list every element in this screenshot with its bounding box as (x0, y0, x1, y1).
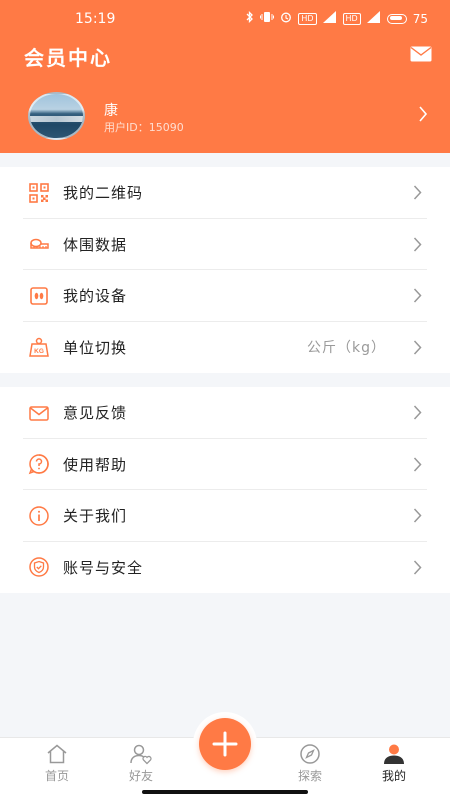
home-indicator (142, 790, 308, 794)
user-id: 用户ID：15090 (104, 121, 184, 134)
friends-icon (130, 744, 152, 765)
status-time: 15:19 (75, 11, 116, 27)
battery-icon (386, 13, 407, 24)
battery-level: 75 (412, 11, 428, 26)
tab-label: 首页 (44, 769, 69, 783)
chevron-right-icon (413, 508, 422, 523)
menu-item-account-security[interactable]: 账号与安全 (0, 542, 450, 594)
help-icon (28, 454, 49, 475)
menu-item-help[interactable]: 使用帮助 (0, 439, 450, 490)
alarm-icon (280, 11, 292, 26)
weight-kg-icon: KG (29, 338, 49, 357)
status-bar: 15:19 HD HD 75 (0, 0, 450, 38)
menu-item-label: 意见反馈 (63, 404, 128, 423)
signal-icon (322, 11, 337, 26)
menu-item-label: 关于我们 (63, 507, 128, 526)
menu-item-about[interactable]: 关于我们 (0, 490, 450, 542)
avatar[interactable] (28, 92, 85, 140)
chevron-right-icon (413, 288, 422, 303)
tab-label: 我的 (381, 769, 406, 783)
add-button[interactable] (199, 718, 251, 770)
profile-icon (384, 744, 404, 764)
menu-item-label: 账号与安全 (63, 558, 144, 577)
tab-friends[interactable]: 好友 (111, 743, 171, 787)
home-icon (47, 744, 67, 764)
chevron-right-icon (413, 405, 422, 420)
menu-item-feedback[interactable]: 意见反馈 (0, 387, 450, 439)
chevron-right-icon (413, 185, 422, 200)
svg-text:KG: KG (34, 348, 44, 355)
signal-icon-2 (366, 11, 381, 26)
menu-item-label: 单位切换 (63, 338, 128, 357)
bluetooth-icon (246, 10, 254, 26)
tab-explore[interactable]: 探索 (280, 743, 340, 787)
settings-section-1: 我的二维码 体围数据 我的设备 KG 单位切换 公斤（kg） (0, 167, 450, 373)
menu-item-my-devices[interactable]: 我的设备 (0, 270, 450, 322)
scale-device-icon (30, 286, 48, 305)
menu-item-label: 使用帮助 (63, 455, 128, 474)
settings-section-2: 意见反馈 使用帮助 关于我们 账号与安全 (0, 387, 450, 593)
profile-row[interactable]: 康 用户ID：15090 (0, 88, 450, 148)
user-name: 康 (104, 103, 118, 119)
tab-label: 好友 (128, 769, 153, 783)
qrcode-icon (29, 182, 49, 203)
chevron-right-icon (419, 106, 428, 122)
chevron-right-icon (413, 237, 422, 252)
mail-icon[interactable] (410, 46, 432, 62)
menu-item-label: 我的二维码 (63, 184, 144, 203)
chevron-right-icon (413, 560, 422, 575)
menu-item-label: 体围数据 (63, 235, 128, 254)
chevron-right-icon (413, 340, 422, 355)
menu-item-label: 我的设备 (63, 287, 128, 306)
unit-value: 公斤（kg） (307, 340, 386, 357)
tab-mine[interactable]: 我的 (364, 743, 424, 787)
menu-item-unit-switch[interactable]: KG 单位切换 公斤（kg） (0, 322, 450, 374)
tab-label: 探索 (297, 769, 322, 783)
header: 15:19 HD HD 75 会员中心 康 用户ID：15090 (0, 0, 450, 153)
chevron-right-icon (413, 457, 422, 472)
shield-icon (29, 557, 49, 577)
page-title: 会员中心 (24, 46, 112, 70)
hd-badge: HD (298, 12, 317, 25)
compass-icon (300, 744, 320, 764)
tape-measure-icon (30, 239, 49, 249)
status-icons: HD HD 75 (246, 10, 428, 26)
menu-item-body-measure[interactable]: 体围数据 (0, 219, 450, 270)
vibrate-icon (260, 11, 275, 26)
mail-icon (29, 406, 49, 421)
plus-icon (212, 731, 238, 757)
menu-item-qrcode[interactable]: 我的二维码 (0, 167, 450, 219)
tab-home[interactable]: 首页 (27, 743, 87, 787)
info-icon (29, 506, 49, 526)
hd-badge-2: HD (342, 12, 361, 25)
